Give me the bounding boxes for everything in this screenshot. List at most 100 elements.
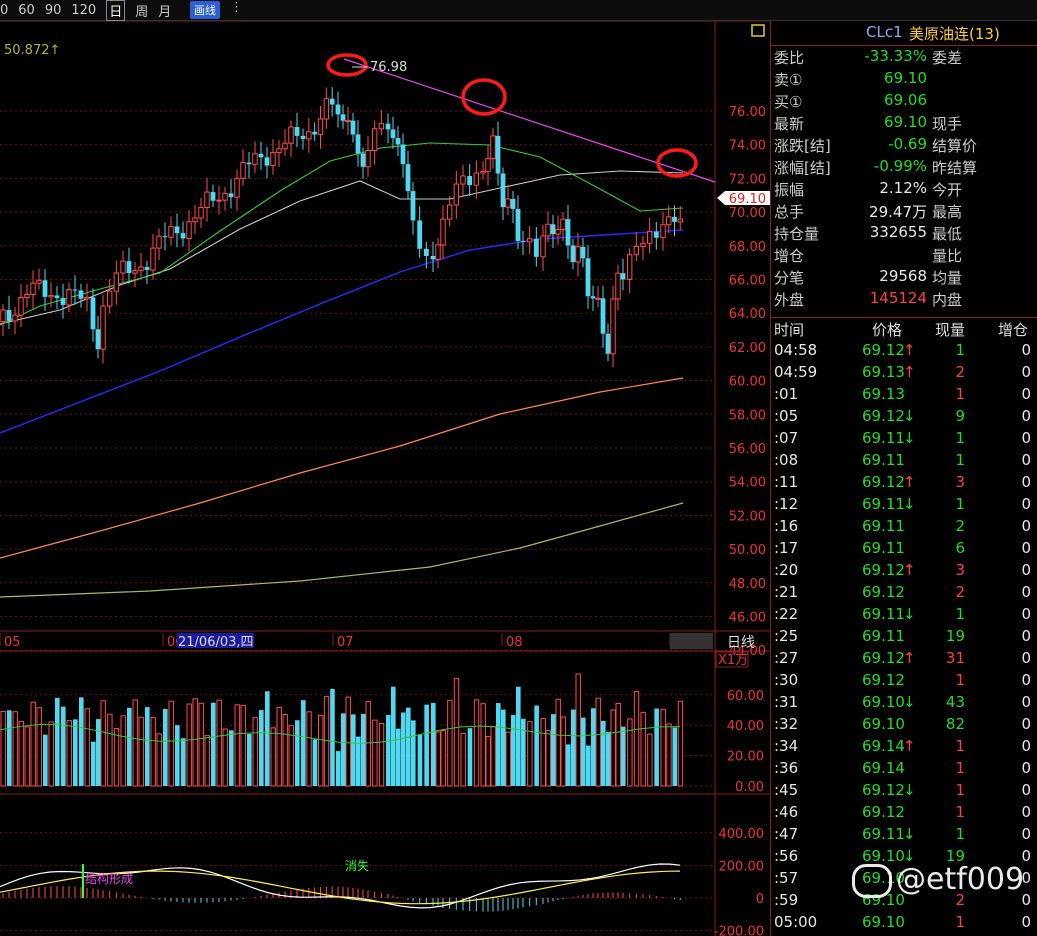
volume-unit-label: X1万 [718, 653, 748, 668]
volume-bar [447, 699, 453, 787]
volume-bar [252, 717, 258, 787]
period-selector[interactable]: 0 60 90 120 日周月 [0, 0, 171, 21]
quote-value: -0.99% [873, 157, 927, 175]
tick-oi-change: 0 [1021, 649, 1031, 667]
weibo-logo-icon [852, 863, 892, 898]
quote-label: 最新 [774, 115, 805, 133]
volume-bar [345, 696, 351, 787]
volume-bar [341, 713, 346, 786]
quote-row: 最新 69.10 现手 [770, 113, 1037, 135]
tick-volume: 6 [955, 539, 965, 557]
quote-value: 29.47万 [869, 203, 927, 221]
volume-bar [211, 702, 216, 786]
tick-volume: 19 [945, 627, 965, 645]
volume-bar [640, 711, 646, 787]
kline-chart[interactable]: 结构形成 消失 76.98 69.10 76.00 74.00 72.00 70.00 68… [0, 21, 770, 936]
price-tick-label: 76.00 [729, 105, 766, 120]
tick-price: 69.12 [862, 781, 905, 799]
volume-bar [259, 710, 264, 786]
instrument-title: CLc1 美原油连(13) [770, 23, 1037, 45]
volume-bar [113, 727, 120, 787]
tick-arrow: ↑ [903, 341, 916, 359]
quote-panel: CLc1 美原油连(13) 委比 -33.33% 委差 卖① 69.10 买① 69.06 最… [770, 21, 1037, 936]
tick-arrow: ↓ [903, 781, 916, 799]
quote-label-2: 最高 [932, 203, 963, 221]
quote-label: 分笔 [774, 269, 805, 287]
tick-oi-change: 0 [1021, 583, 1031, 601]
tick-table-header: 时间 价格 现量 增仓 [770, 319, 1037, 341]
period-6[interactable]: 月 [158, 1, 171, 20]
volume-bar [586, 745, 591, 786]
quote-row: 涨跌[结] -0.69 结算价 [770, 135, 1037, 157]
tick-price: 69.10 [862, 913, 905, 931]
quote-row: 委比 -33.33% 委差 [770, 47, 1037, 69]
volume-bar [198, 702, 204, 787]
tick-oi-change: 0 [1021, 429, 1031, 447]
quote-label-2: 昨结算 [932, 159, 978, 177]
tick-oi-change: 0 [1021, 517, 1031, 535]
volume-bar [282, 714, 288, 787]
period-1[interactable]: 60 [18, 3, 35, 18]
volume-bar [229, 730, 234, 786]
tick-time: 04:59 [774, 363, 818, 381]
volume-bar [581, 717, 586, 786]
quote-row: 涨幅[结] -0.99% 昨结算 [770, 157, 1037, 179]
volume-bar [551, 714, 556, 786]
tick-volume: 1 [955, 451, 965, 469]
instrument-name: 美原油连(13) [909, 25, 1000, 43]
volume-bar [610, 709, 616, 787]
instrument-code: CLc1 [866, 23, 903, 41]
price-tick-label: 62.00 [729, 341, 766, 356]
tick-volume: 1 [955, 385, 965, 403]
volume-bar [467, 728, 473, 786]
tick-arrow: ↑ [903, 649, 916, 667]
watermark: @etf009 [852, 862, 1024, 898]
quote-label-2: 最低 [932, 225, 963, 243]
volume-bar [55, 697, 60, 786]
volume-bar [276, 706, 282, 787]
tick-volume: 1 [955, 671, 965, 689]
tick-row: :34 69.14 ↑ 1 0 [770, 737, 1037, 759]
volume-bar [132, 699, 138, 787]
tick-time: :31 [774, 693, 799, 711]
tick-row: :05 69.12 ↓ 9 0 [770, 407, 1037, 429]
period-5[interactable]: 周 [135, 1, 148, 20]
scroll-thumb[interactable] [670, 633, 713, 649]
price-tick-label: 60.00 [729, 375, 766, 390]
volume-bar [633, 690, 640, 787]
quote-row: 增仓 量比 [770, 245, 1037, 267]
quote-row: 持仓量 332655 最低 [770, 223, 1037, 245]
tick-time: :11 [774, 473, 799, 491]
more-menu-icon[interactable]: ⋮ [230, 0, 243, 15]
volume-bar [127, 707, 132, 786]
volume-bar [372, 719, 378, 787]
volume-bar [247, 733, 252, 786]
tick-time: :08 [774, 451, 799, 469]
draw-line-button[interactable]: 画线 [190, 1, 220, 19]
tick-arrow: ↓ [903, 693, 916, 711]
volume-bar [175, 725, 180, 786]
volume-bar [401, 712, 406, 786]
tick-price: 69.11 [862, 451, 905, 469]
volume-bar [566, 744, 571, 786]
quote-row: 振幅 2.12% 今开 [770, 179, 1037, 201]
quote-label: 外盘 [774, 291, 805, 309]
volume-bar [7, 710, 12, 786]
tick-time: :17 [774, 539, 799, 557]
period-4[interactable]: 日 [106, 0, 126, 21]
tick-volume: 1 [955, 341, 965, 359]
volume-bar [555, 698, 561, 787]
tick-oi-change: 0 [1021, 473, 1031, 491]
volume-bar [440, 730, 446, 787]
volume-bar [473, 699, 480, 787]
period-0[interactable]: 0 [0, 3, 8, 18]
period-2[interactable]: 90 [45, 3, 62, 18]
volume-bar [386, 715, 391, 786]
volume-bar [396, 728, 401, 786]
date-cursor-label: 21/06/03,四 [178, 635, 254, 650]
tick-volume: 2 [955, 583, 965, 601]
period-3[interactable]: 120 [71, 3, 96, 18]
tick-volume: 1 [955, 495, 965, 513]
tick-volume: 3 [955, 473, 965, 491]
volume-bar [306, 711, 312, 787]
